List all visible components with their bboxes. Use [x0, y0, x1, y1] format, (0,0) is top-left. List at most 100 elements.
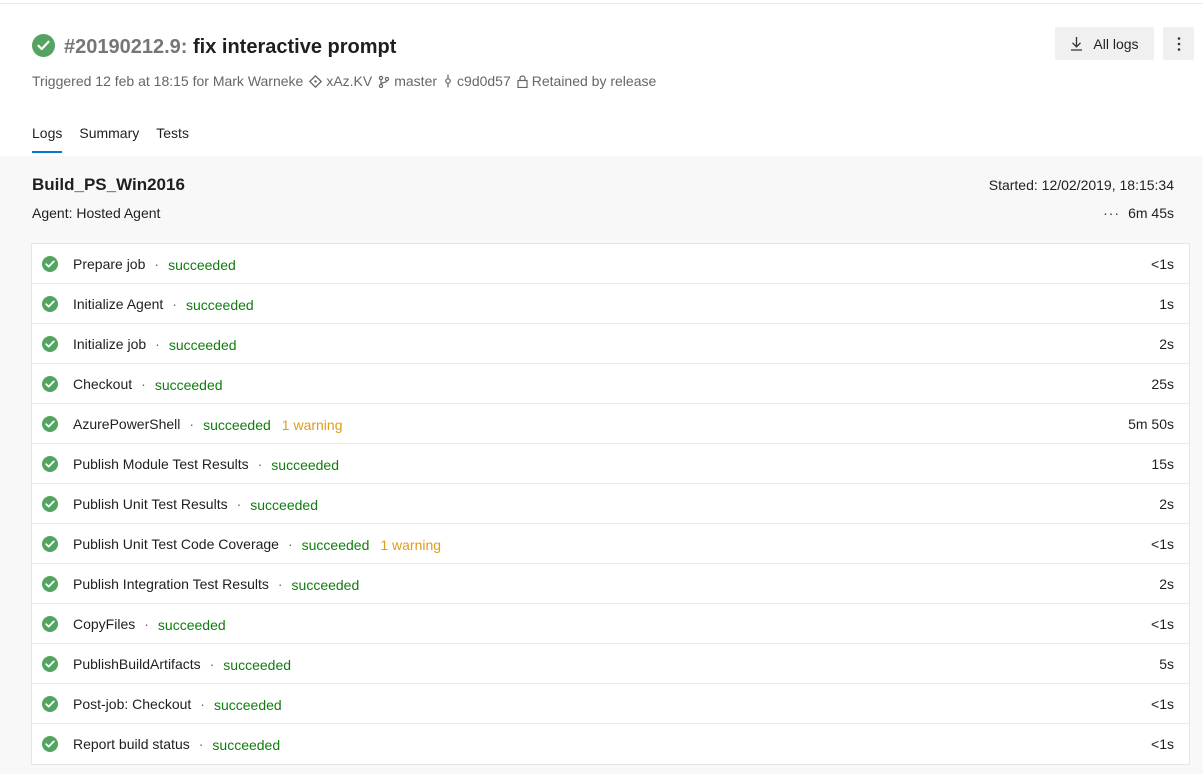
run-number[interactable]: #20190212.9:: [64, 36, 187, 58]
repo-link[interactable]: xAz.KV: [326, 72, 372, 90]
step-result: succeeded: [223, 656, 292, 673]
tab-bar: Logs Summary Tests: [32, 124, 206, 155]
step-warning[interactable]: 1 warning: [282, 417, 343, 433]
step-result: succeeded: [212, 737, 281, 753]
step-row[interactable]: Publish Unit Test Results · succeeded 2s: [32, 484, 1189, 524]
build-header: #20190212.9: fix interactive prompt Trig…: [0, 0, 1203, 156]
step-row[interactable]: Prepare job · succeeded <1s: [32, 244, 1189, 284]
step-name: AzurePowerShell: [73, 415, 181, 432]
step-name: Initialize Agent: [73, 295, 164, 312]
separator-dot: ·: [257, 455, 263, 472]
step-duration: 2s: [1159, 575, 1174, 592]
step-result: succeeded: [157, 616, 226, 633]
tab-tests[interactable]: Tests: [156, 124, 189, 155]
commit-link[interactable]: c9d0d57: [457, 72, 511, 90]
step-result: succeeded: [185, 296, 254, 313]
step-result: succeeded: [271, 456, 339, 473]
branch-link[interactable]: master: [394, 72, 437, 90]
step-name: Publish Unit Test Results: [73, 495, 228, 512]
step-duration: 1s: [1159, 295, 1174, 312]
run-meta: Triggered 12 feb at 18:15 for Mark Warne…: [32, 72, 656, 90]
step-row[interactable]: Publish Unit Test Code Coverage · succeede…: [32, 524, 1189, 564]
git-repo-icon: [309, 74, 323, 88]
step-duration: 5m 50s: [1128, 415, 1174, 432]
job-agent: Agent: Hosted Agent: [32, 205, 161, 221]
step-row[interactable]: Report build status · succeeded <1s: [32, 724, 1189, 764]
separator-dot: ·: [144, 615, 149, 632]
separator-dot: ·: [236, 495, 242, 512]
step-warning[interactable]: 1 warning: [380, 537, 441, 553]
step-duration: <1s: [1151, 255, 1174, 272]
step-duration: <1s: [1151, 615, 1174, 632]
step-label: Publish Integration Test Results · succeed…: [73, 575, 359, 593]
step-label: PublishBuildArtifacts · succeeded: [73, 655, 292, 673]
all-logs-label: All logs: [1093, 35, 1139, 52]
all-logs-button[interactable]: All logs: [1055, 27, 1154, 60]
step-name: Prepare job: [73, 255, 146, 272]
clock-dots-icon: ···: [1103, 205, 1121, 221]
separator-dot: ·: [277, 575, 283, 592]
step-row[interactable]: Initialize job · succeeded 2s: [32, 324, 1189, 364]
step-row[interactable]: AzurePowerShell · succeeded 1 warning 5m 50s: [32, 404, 1189, 444]
step-duration: 2s: [1159, 495, 1174, 512]
logs-panel: Build_PS_Win2016 Agent: Hosted Agent Sta…: [0, 156, 1203, 774]
step-label: Initialize job · succeeded: [73, 335, 237, 353]
step-duration: <1s: [1151, 535, 1174, 552]
separator-dot: ·: [172, 295, 177, 312]
separator-dot: ·: [200, 695, 205, 712]
step-row[interactable]: CopyFiles · succeeded <1s: [32, 604, 1189, 644]
step-result: succeeded: [168, 256, 236, 273]
step-label: Publish Unit Test Results · succeeded: [73, 495, 318, 513]
run-title: fix interactive prompt: [193, 36, 397, 58]
check-circle-icon: [42, 576, 58, 592]
step-row[interactable]: Post-job: Checkout · succeeded <1s: [32, 684, 1189, 724]
check-circle-icon: [42, 336, 58, 352]
step-name: Report build status: [73, 736, 190, 752]
step-label: Publish Module Test Results · succeeded: [73, 455, 339, 473]
step-row[interactable]: Checkout · succeeded 25s: [32, 364, 1189, 404]
check-circle-icon: [42, 496, 58, 512]
step-label: Report build status · succeeded: [73, 736, 281, 753]
step-name: Initialize job: [73, 335, 147, 352]
check-circle-icon: [32, 34, 55, 57]
step-result: succeeded: [213, 696, 282, 713]
git-branch-icon: [379, 75, 390, 88]
step-label: Post-job: Checkout · succeeded: [73, 695, 282, 713]
check-circle-icon: [42, 256, 58, 272]
tab-summary[interactable]: Summary: [79, 124, 139, 155]
more-vertical-icon: [1177, 36, 1180, 51]
step-name: Publish Integration Test Results: [73, 575, 269, 592]
step-result: succeeded: [203, 416, 271, 433]
check-circle-icon: [42, 736, 58, 752]
tab-logs[interactable]: Logs: [32, 124, 63, 155]
separator-dot: ·: [155, 335, 160, 352]
page-title: #20190212.9: fix interactive prompt: [64, 35, 396, 59]
lock-icon: [517, 74, 528, 88]
top-divider: [0, 0, 1203, 4]
check-circle-icon: [42, 296, 58, 312]
step-result: succeeded: [301, 536, 370, 553]
retention-text: Retained by release: [531, 73, 657, 89]
step-row[interactable]: Publish Integration Test Results · succeed…: [32, 564, 1189, 604]
check-circle-icon: [42, 456, 58, 472]
check-circle-icon: [42, 616, 58, 632]
step-label: Initialize Agent · succeeded: [73, 295, 254, 313]
download-icon: [1071, 37, 1083, 51]
step-name: CopyFiles: [73, 615, 136, 632]
separator-dot: ·: [209, 655, 215, 672]
more-actions-button[interactable]: [1163, 27, 1194, 60]
job-name: Build_PS_Win2016: [32, 175, 185, 194]
separator-dot: ·: [198, 736, 204, 752]
step-name: Checkout: [73, 375, 133, 392]
step-row[interactable]: PublishBuildArtifacts · succeeded 5s: [32, 644, 1189, 684]
step-duration: 15s: [1151, 455, 1174, 472]
step-row[interactable]: Publish Module Test Results · succeeded 15s: [32, 444, 1189, 484]
job-duration: ··· 6m 45s: [1103, 205, 1174, 221]
step-label: AzurePowerShell · succeeded 1 warning: [73, 415, 343, 433]
step-result: succeeded: [154, 376, 223, 393]
step-label: CopyFiles · succeeded: [73, 615, 226, 633]
step-row[interactable]: Initialize Agent · succeeded 1s: [32, 284, 1189, 324]
step-name: Publish Module Test Results: [73, 455, 249, 472]
job-duration-value: 6m 45s: [1128, 205, 1174, 221]
step-list: Prepare job · succeeded <1s Initialize Agent…: [31, 243, 1190, 765]
